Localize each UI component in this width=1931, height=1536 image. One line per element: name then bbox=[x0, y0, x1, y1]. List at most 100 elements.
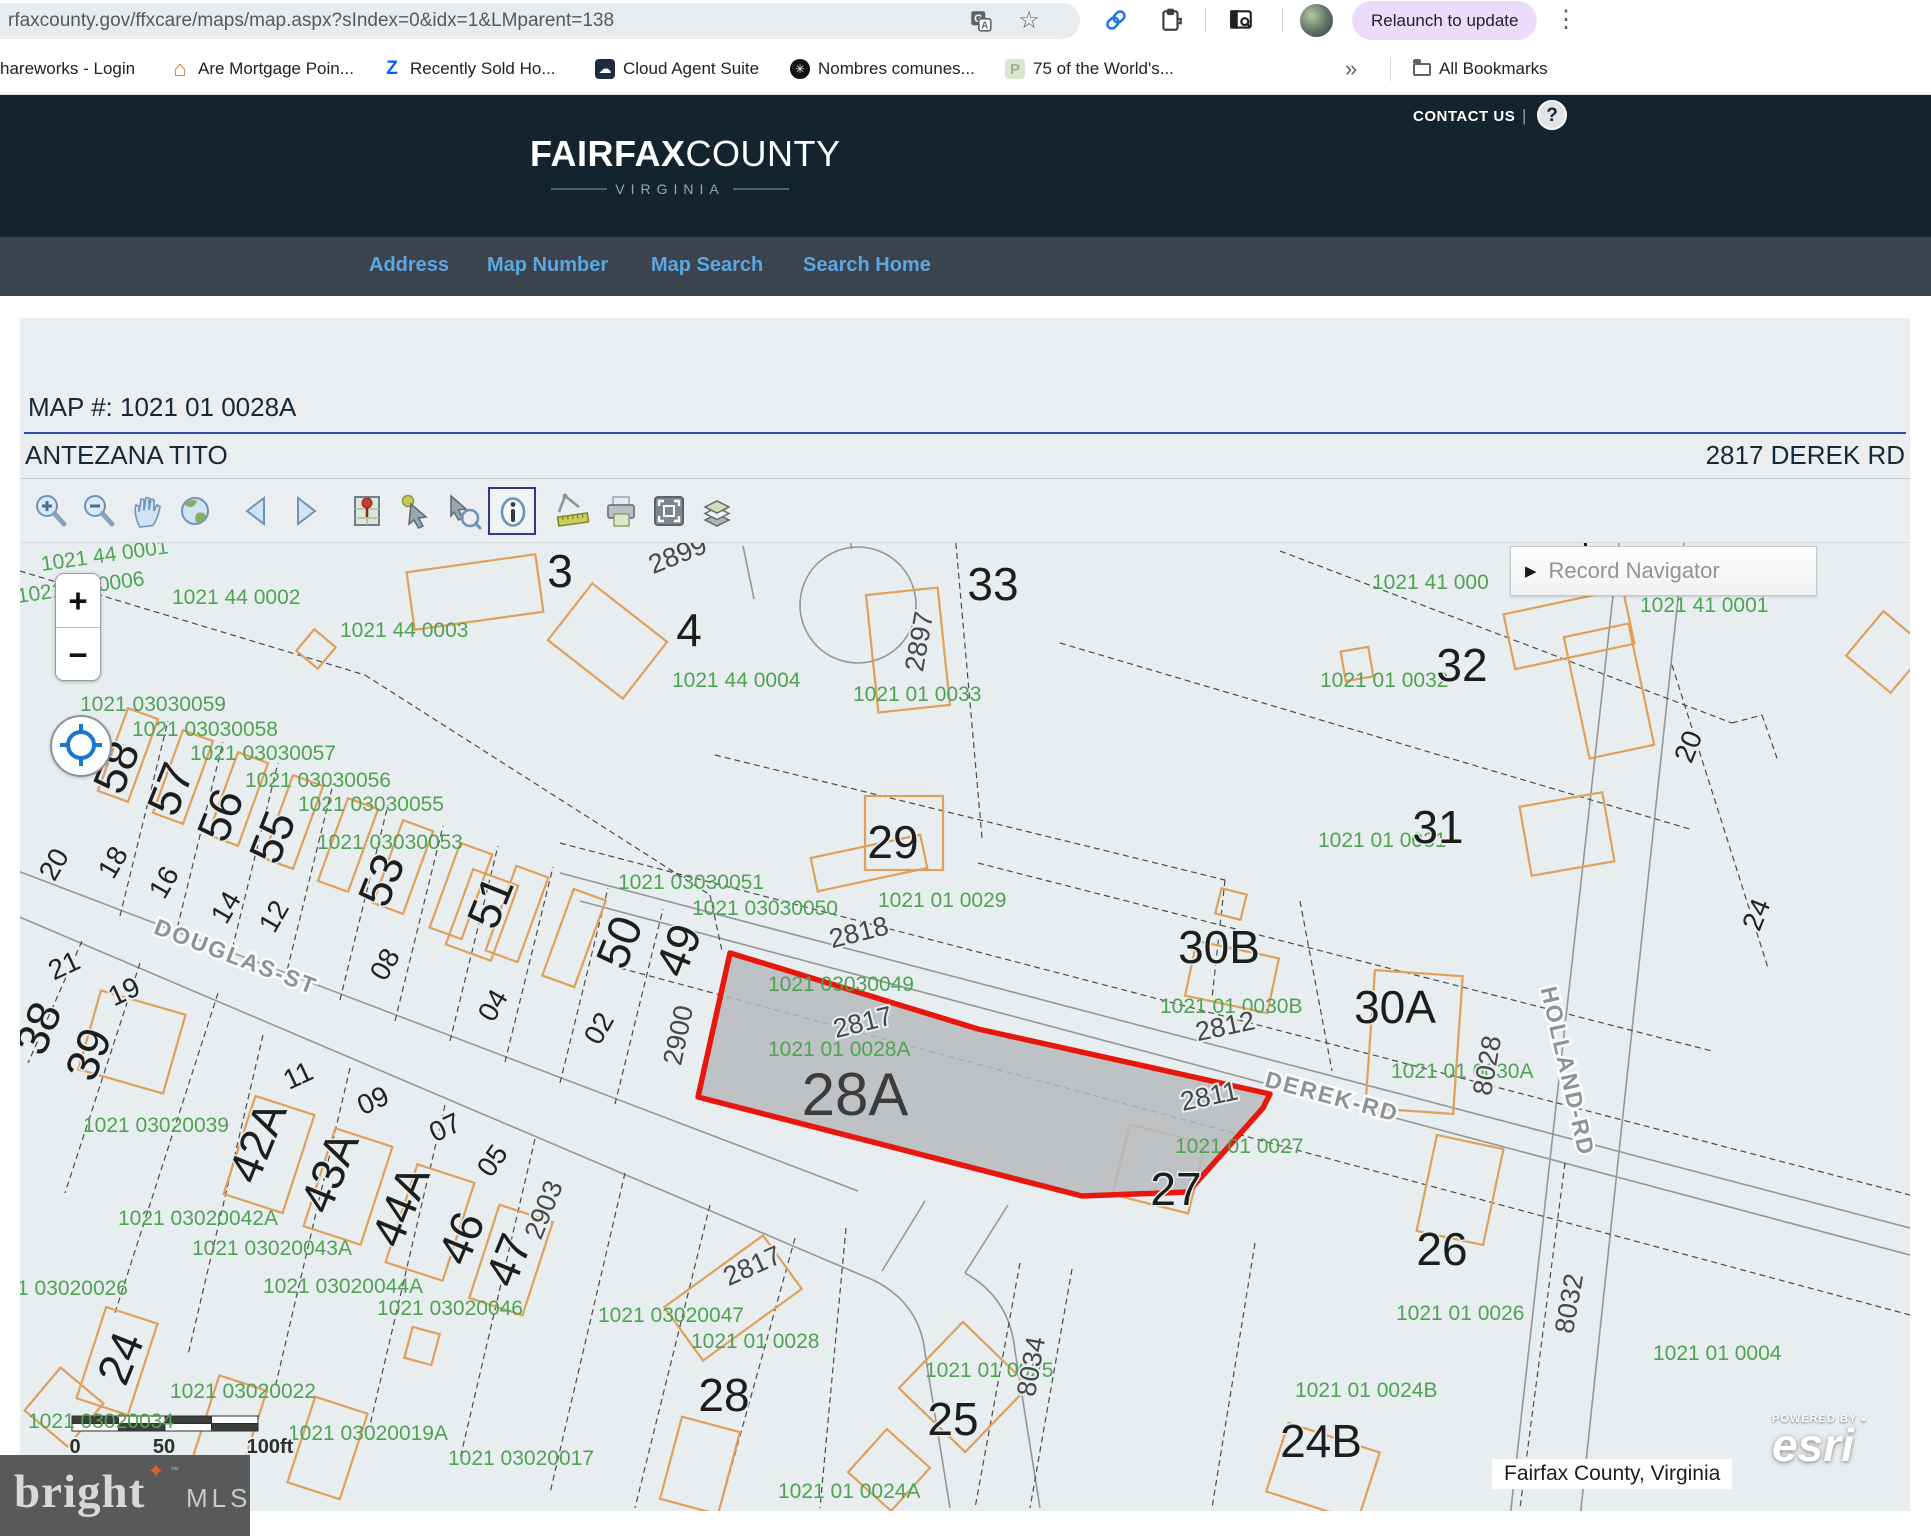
bookmark-cloud-agent[interactable]: ☁ Cloud Agent Suite bbox=[595, 53, 759, 85]
bookmarks-bar: hareworks - Login ⌂ Are Mortgage Poin...… bbox=[0, 44, 1931, 94]
help-icon[interactable]: ? bbox=[1537, 100, 1567, 130]
record-navigator-panel[interactable]: ▶ Record Navigator bbox=[1510, 546, 1817, 596]
overview-map-icon[interactable] bbox=[344, 487, 392, 535]
browser-menu-icon[interactable]: ⋮ bbox=[1548, 4, 1584, 35]
all-bookmarks-button[interactable]: All Bookmarks bbox=[1413, 53, 1548, 85]
full-screen-icon[interactable] bbox=[646, 487, 694, 535]
crosshair-icon bbox=[53, 717, 109, 773]
map-label: 1021 03030053 bbox=[317, 831, 463, 854]
subnav-map-number[interactable]: Map Number bbox=[481, 253, 614, 278]
pan-tool-icon[interactable] bbox=[124, 487, 172, 535]
map-label: 1021 03030057 bbox=[190, 742, 336, 765]
print-icon[interactable] bbox=[598, 487, 646, 535]
parcel-map-canvas[interactable]: 1021 44 00011021 44 00061021 44 00021021… bbox=[20, 543, 1910, 1511]
property-address: 2817 DEREK RD bbox=[1706, 440, 1905, 471]
map-label: 1021 01 0032 bbox=[1320, 669, 1448, 692]
map-label: 1021 03020044A bbox=[263, 1275, 423, 1298]
map-label: 28A bbox=[802, 1061, 909, 1128]
zoom-out-tool-icon[interactable] bbox=[76, 487, 124, 535]
bookmark-75-worlds[interactable]: P 75 of the World's... bbox=[1005, 53, 1174, 85]
house-favicon: ⌂ bbox=[170, 59, 190, 79]
profile-avatar[interactable] bbox=[1300, 4, 1333, 37]
folder-icon bbox=[1413, 63, 1431, 76]
map-label: 1021 01 0028 bbox=[691, 1330, 819, 1353]
map-label: 1021 03020026 bbox=[20, 1277, 128, 1300]
expander-icon[interactable]: ▶ bbox=[1525, 562, 1537, 580]
map-label: 1021 01 0004 bbox=[1653, 1342, 1782, 1365]
map-label: 30B bbox=[1178, 921, 1260, 973]
map-label: 28 bbox=[698, 1369, 749, 1421]
map-zoom-out-button[interactable]: − bbox=[56, 628, 100, 681]
map-zoom-in-button[interactable]: + bbox=[56, 574, 100, 628]
url-text[interactable]: rfaxcounty.gov/ffxcare/maps/map.aspx?sIn… bbox=[8, 10, 938, 32]
relaunch-button[interactable]: Relaunch to update bbox=[1352, 1, 1537, 40]
info-tool-icon[interactable] bbox=[488, 487, 536, 535]
address-bar[interactable]: rfaxcounty.gov/ffxcare/maps/map.aspx?sIn… bbox=[0, 3, 1080, 39]
identify-pointer-icon[interactable] bbox=[440, 487, 488, 535]
map-label: 25 bbox=[927, 1393, 978, 1445]
contact-us-link[interactable]: CONTACT US bbox=[1413, 108, 1515, 125]
owner-name: ANTEZANA TITO bbox=[25, 440, 228, 471]
map-label: 1021 03020022 bbox=[170, 1380, 316, 1403]
zoom-in-tool-icon[interactable] bbox=[28, 487, 76, 535]
map-label: 100ft bbox=[247, 1436, 294, 1458]
bookmark-mortgage[interactable]: ⌂ Are Mortgage Poin... bbox=[170, 53, 354, 85]
map-label: 1021 03030055 bbox=[298, 793, 444, 816]
map-label: 1021 01 0026 bbox=[1396, 1302, 1524, 1325]
map-viewport: 1021 44 00011021 44 00061021 44 00021021… bbox=[20, 542, 1910, 1510]
map-label: 1021 03020034 bbox=[28, 1410, 174, 1433]
extensions-icon[interactable] bbox=[1158, 7, 1184, 33]
translate-icon[interactable]: GA bbox=[968, 8, 994, 34]
layers-icon[interactable] bbox=[694, 487, 742, 535]
sparkle-icon: ✦ bbox=[147, 1459, 165, 1484]
map-label: 1021 41 0001 bbox=[1640, 594, 1768, 617]
map-attribution: Fairfax County, Virginia bbox=[1492, 1459, 1732, 1489]
subnav-address[interactable]: Address bbox=[363, 253, 455, 278]
select-pointer-icon[interactable] bbox=[392, 487, 440, 535]
bookmark-star-icon[interactable]: ☆ bbox=[1016, 8, 1042, 34]
svg-text:A: A bbox=[981, 21, 988, 32]
bookmark-recently-sold[interactable]: Z Recently Sold Ho... bbox=[382, 53, 556, 85]
map-label: 1021 03030050 bbox=[692, 897, 838, 920]
fairfax-county-logo[interactable]: FAIRFAXCOUNTY VIRGINIA bbox=[530, 133, 810, 197]
map-label: 31 bbox=[1412, 801, 1463, 853]
map-label: 1021 03030058 bbox=[132, 718, 278, 741]
map-label: 1021 03030051 bbox=[618, 871, 764, 894]
map-label: 1021 03020043A bbox=[192, 1237, 352, 1260]
record-panel: MAP #: 1021 01 0028A ANTEZANA TITO 2817 … bbox=[20, 318, 1910, 1510]
map-label: 1021 03020019A bbox=[288, 1422, 448, 1445]
link-icon[interactable] bbox=[1103, 7, 1129, 33]
map-label: 1021 03030056 bbox=[245, 769, 391, 792]
divider bbox=[1205, 8, 1206, 32]
openai-favicon: ✳ bbox=[790, 59, 810, 79]
map-toolbar bbox=[28, 484, 742, 538]
page-root: rfaxcounty.gov/ffxcare/maps/map.aspx?sIn… bbox=[0, 0, 1931, 1536]
divider bbox=[20, 478, 1910, 479]
subnav-map-search[interactable]: Map Search bbox=[645, 253, 769, 278]
map-label: 1021 01 0029 bbox=[878, 889, 1006, 912]
map-label: 30A bbox=[1354, 981, 1436, 1033]
divider bbox=[1390, 57, 1391, 81]
full-extent-globe-icon[interactable] bbox=[172, 487, 220, 535]
measure-tool-icon[interactable] bbox=[550, 487, 598, 535]
map-label: 29 bbox=[867, 816, 918, 868]
bookmark-shareworks[interactable]: hareworks - Login bbox=[0, 53, 135, 85]
map-label: 1021 03020042A bbox=[118, 1207, 278, 1230]
map-label: 4 bbox=[676, 604, 702, 656]
locate-button[interactable] bbox=[50, 715, 112, 777]
back-arrow-icon[interactable] bbox=[234, 487, 282, 535]
zillow-favicon: Z bbox=[382, 59, 402, 79]
bookmark-nombres[interactable]: ✳ Nombres comunes... bbox=[790, 53, 975, 85]
map-label: 1021 44 0004 bbox=[672, 669, 801, 692]
map-label: 1021 01 0027 bbox=[1175, 1135, 1303, 1158]
map-label: 27 bbox=[1150, 1163, 1201, 1215]
bookmarks-overflow-chevron[interactable]: » bbox=[1345, 53, 1357, 85]
search-tabs-icon[interactable] bbox=[1228, 7, 1254, 33]
forward-arrow-icon[interactable] bbox=[282, 487, 330, 535]
map-label: 1021 01 0030A bbox=[1391, 1060, 1533, 1083]
browser-chrome: rfaxcounty.gov/ffxcare/maps/map.aspx?sIn… bbox=[0, 0, 1931, 95]
map-label: 1021 01 0024A bbox=[778, 1480, 920, 1503]
cloud-favicon: ☁ bbox=[595, 59, 615, 79]
map-label: 1021 01 0024B bbox=[1295, 1379, 1437, 1402]
subnav-search-home[interactable]: Search Home bbox=[797, 253, 937, 278]
